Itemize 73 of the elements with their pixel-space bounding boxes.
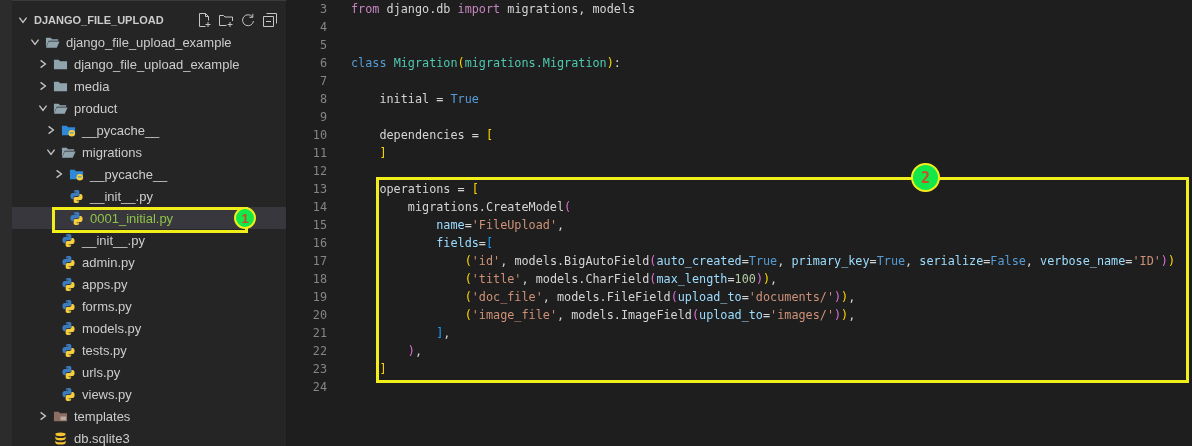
line-number: 8 [318, 92, 327, 106]
code-line: migrations.CreateModel( [406, 200, 572, 214]
line-number: 15 [311, 218, 327, 232]
tree-item[interactable]: tests.py [12, 339, 286, 361]
line-number: 4 [318, 20, 327, 34]
tree-item[interactable]: __pycache__ [12, 163, 286, 185]
line-number: 18 [311, 272, 327, 286]
tree-item[interactable]: templates [12, 405, 286, 427]
tree-item[interactable]: apps.py [12, 273, 286, 295]
python-icon [69, 188, 84, 204]
new-file-icon[interactable] [196, 12, 212, 28]
tree-item[interactable]: django_file_upload_example [12, 53, 286, 75]
python-icon [61, 276, 76, 292]
code-line: ('image_file', models.ImageField(upload_to='images/')), [463, 308, 856, 322]
line-number: 11 [311, 146, 327, 160]
line-number: 21 [311, 326, 327, 340]
code-line: fields=[ [435, 236, 494, 250]
code-line: ('doc_file', models.FileField(upload_to='documents/')), [463, 290, 856, 304]
python-icon [69, 210, 84, 226]
code-line: initial = True [378, 92, 479, 106]
code-line: ('title', models.CharField(max_length=100)), [463, 272, 778, 286]
tree-item[interactable]: urls.py [12, 361, 286, 383]
new-folder-icon[interactable] [218, 12, 234, 28]
code-line: ('id', models.BigAutoField(auto_created=True, primary_key=True, serialize=False, verbose_name='ID')) [463, 254, 1176, 268]
tree-item[interactable]: models.py [12, 317, 286, 339]
python-icon [61, 232, 76, 248]
tree-item[interactable]: db.sqlite3 [12, 427, 286, 446]
line-number: 20 [311, 308, 327, 322]
line-number: 23 [311, 362, 327, 376]
line-number: 17 [311, 254, 327, 268]
callout-badge: 2 [911, 163, 940, 192]
line-number: 24 [311, 380, 327, 394]
tree-item[interactable]: views.py [12, 383, 286, 405]
code-line: from django.db import migrations, models [351, 2, 636, 16]
tree-item[interactable]: migrations [12, 141, 286, 163]
line-number: 22 [311, 344, 327, 358]
line-number: 13 [311, 182, 327, 196]
python-icon [61, 254, 76, 270]
refresh-icon[interactable] [240, 12, 256, 28]
line-number: 3 [318, 2, 327, 16]
line-number: 14 [311, 200, 327, 214]
code-line: class Migration(migrations.Migration): [351, 56, 621, 70]
collapse-all-icon[interactable] [262, 12, 278, 28]
code-line: ], [435, 326, 451, 340]
python-icon [61, 320, 76, 336]
tree-item[interactable]: forms.py [12, 295, 286, 317]
line-number: 5 [318, 38, 327, 52]
code-line: dependencies = [ [378, 128, 494, 142]
tree-item[interactable]: __pycache__ [12, 119, 286, 141]
python-icon [61, 298, 76, 314]
python-icon [61, 386, 76, 402]
line-number: 16 [311, 236, 327, 250]
code-line: ] [378, 146, 387, 160]
python-icon [61, 364, 76, 380]
code-line: ] [378, 362, 387, 376]
line-number: 10 [311, 128, 327, 142]
tree-item[interactable]: admin.py [12, 251, 286, 273]
line-number: 7 [318, 74, 327, 88]
line-number: 19 [311, 290, 327, 304]
code-line: name='FileUpload', [435, 218, 565, 232]
line-number: 12 [311, 164, 327, 178]
code-line: ), [406, 344, 423, 358]
tree-item[interactable]: django_file_upload_example [12, 31, 286, 53]
tree-item[interactable]: __init__.py [12, 229, 286, 251]
line-number: 6 [318, 56, 327, 70]
database-icon [53, 430, 68, 446]
project-title[interactable]: DJANGO_FILE_UPLOAD [34, 14, 164, 26]
tree-item[interactable]: product [12, 97, 286, 119]
python-icon [61, 342, 76, 358]
line-number: 9 [318, 110, 327, 124]
code-line: operations = [ [378, 182, 479, 196]
tree-item[interactable]: __init__.py [12, 185, 286, 207]
tree-item[interactable]: media [12, 75, 286, 97]
